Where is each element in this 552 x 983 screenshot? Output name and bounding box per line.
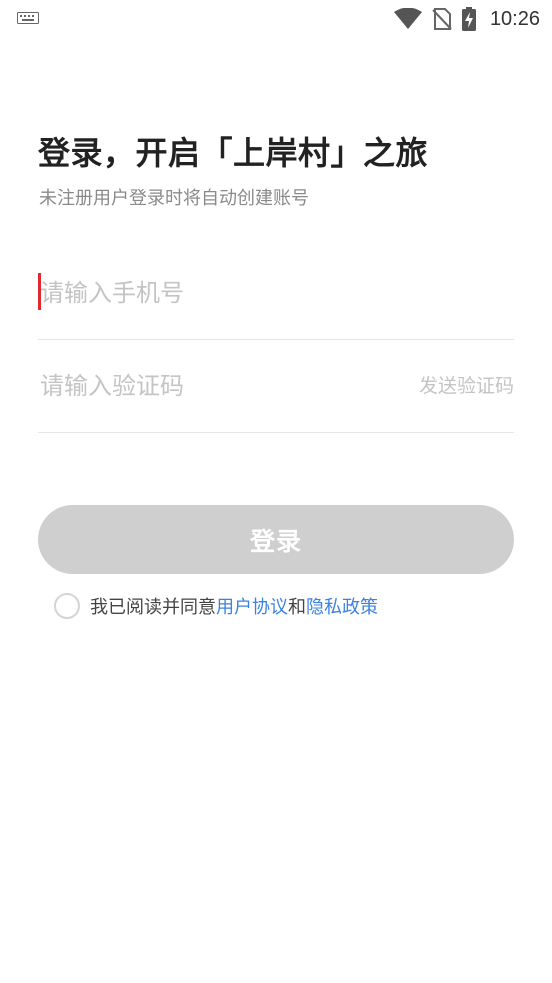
privacy-policy-link[interactable]: 隐私政策 bbox=[306, 593, 378, 619]
page-subtitle: 未注册用户登录时将自动创建账号 bbox=[39, 188, 309, 209]
code-field: 发送验证码 bbox=[38, 340, 514, 433]
login-button[interactable]: 登录 bbox=[38, 505, 514, 574]
agreement-and: 和 bbox=[288, 597, 306, 618]
battery-charging-icon bbox=[461, 7, 476, 31]
phone-input[interactable] bbox=[38, 247, 514, 339]
status-icons: 10:26 bbox=[393, 6, 540, 32]
send-code-button[interactable]: 发送验证码 bbox=[419, 371, 514, 398]
no-sim-icon bbox=[432, 8, 452, 30]
page-title: 登录，开启「上岸村」之旅 bbox=[38, 134, 429, 172]
phone-field bbox=[38, 247, 514, 340]
agreement-prefix: 我已阅读并同意 bbox=[90, 597, 216, 618]
agreement-row: 我已阅读并同意 用户协议 和 隐私政策 bbox=[54, 592, 378, 620]
status-bar: 10:26 bbox=[0, 0, 552, 38]
status-time: 10:26 bbox=[489, 7, 540, 30]
user-agreement-link[interactable]: 用户协议 bbox=[216, 593, 288, 619]
keyboard-icon bbox=[17, 12, 39, 24]
agree-checkbox[interactable] bbox=[54, 593, 80, 619]
wifi-icon bbox=[393, 8, 422, 29]
